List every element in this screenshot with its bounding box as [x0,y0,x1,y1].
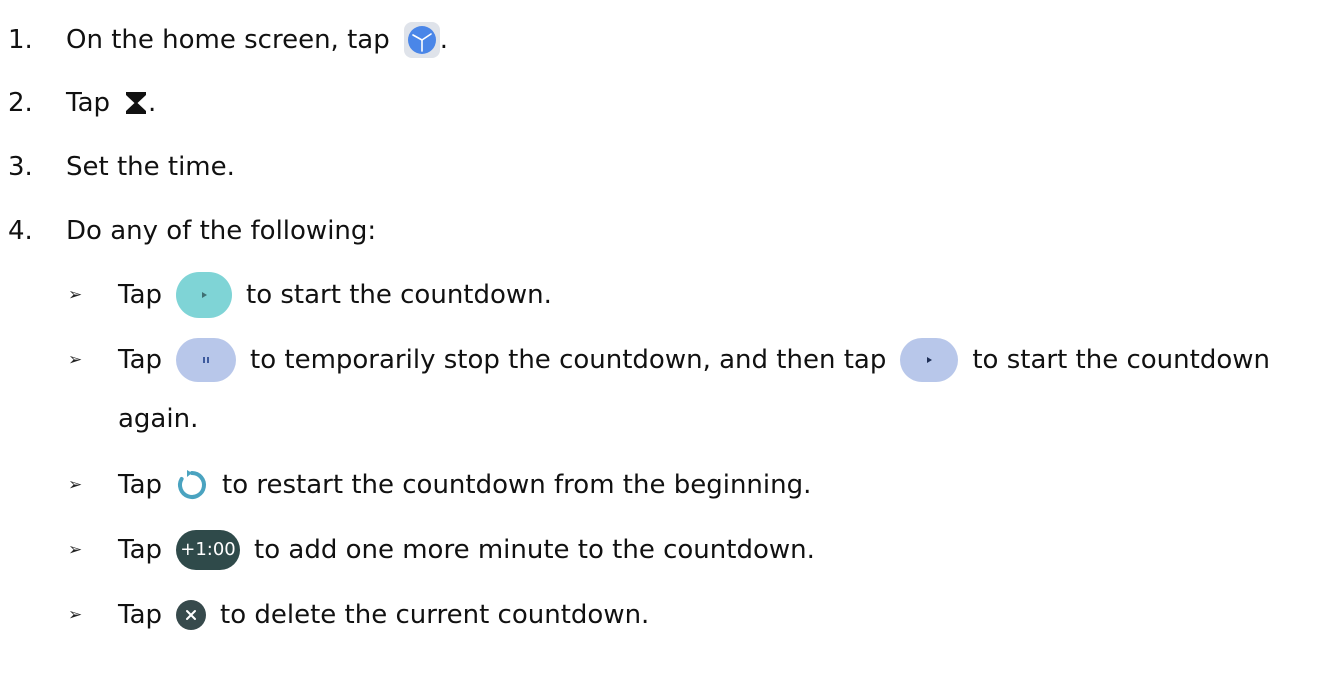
bullet-icon: ➢ [68,604,83,625]
add-minute-icon: +1:00 [176,530,241,570]
tap-label: Tap [118,535,163,565]
subitem-desc: to restart the countdown from the beginn… [222,470,812,500]
bullet-icon: ➢ [68,284,83,305]
subitem-desc: to add one more minute to the countdown. [254,535,815,565]
step-number: 2. [8,88,33,118]
tap-label: Tap [118,600,163,630]
step-text: Tap . [66,90,156,116]
subitem-text: Tap to temporarily stop the countdown, a… [118,338,1270,382]
step-number: 3. [8,152,33,182]
subitem-desc: to delete the current countdown. [220,600,650,630]
hourglass-icon [124,90,148,116]
subitem-desc: to temporarily stop the countdown, and t… [250,345,887,375]
continuation-text: again. [118,404,199,434]
step-number: 1. [8,25,33,55]
subitem-text: Tap to start the countdown. [118,272,552,318]
subitem-text: Tap to delete the current countdown. [118,600,649,630]
step-label-end: . [148,88,157,118]
clock-app-icon [403,22,440,58]
subitem-desc: to start the countdown. [246,280,552,310]
step-number: 4. [8,216,33,246]
bullet-icon: ➢ [68,349,83,370]
step-label: Tap [66,88,111,118]
step-label-end: . [439,25,448,55]
play-icon [176,272,233,318]
step-text: Set the time. [66,152,235,182]
pause-icon [176,338,237,382]
play-icon [900,338,959,382]
step-text: Do any of the following: [66,216,377,246]
step-label: On the home screen, tap [66,25,390,55]
step-text: On the home screen, tap . [66,22,448,58]
subitem-text: Tap to restart the countdown from the be… [118,469,811,501]
restart-icon [176,469,208,501]
tap-label: Tap [118,345,163,375]
tap-label: Tap [118,470,163,500]
bullet-icon: ➢ [68,474,83,495]
subitem-desc-2: to start the countdown [972,345,1270,375]
delete-icon [176,600,207,630]
tap-label: Tap [118,280,163,310]
subitem-text: Tap +1:00 to add one more minute to the … [118,530,815,570]
bullet-icon: ➢ [68,539,83,560]
